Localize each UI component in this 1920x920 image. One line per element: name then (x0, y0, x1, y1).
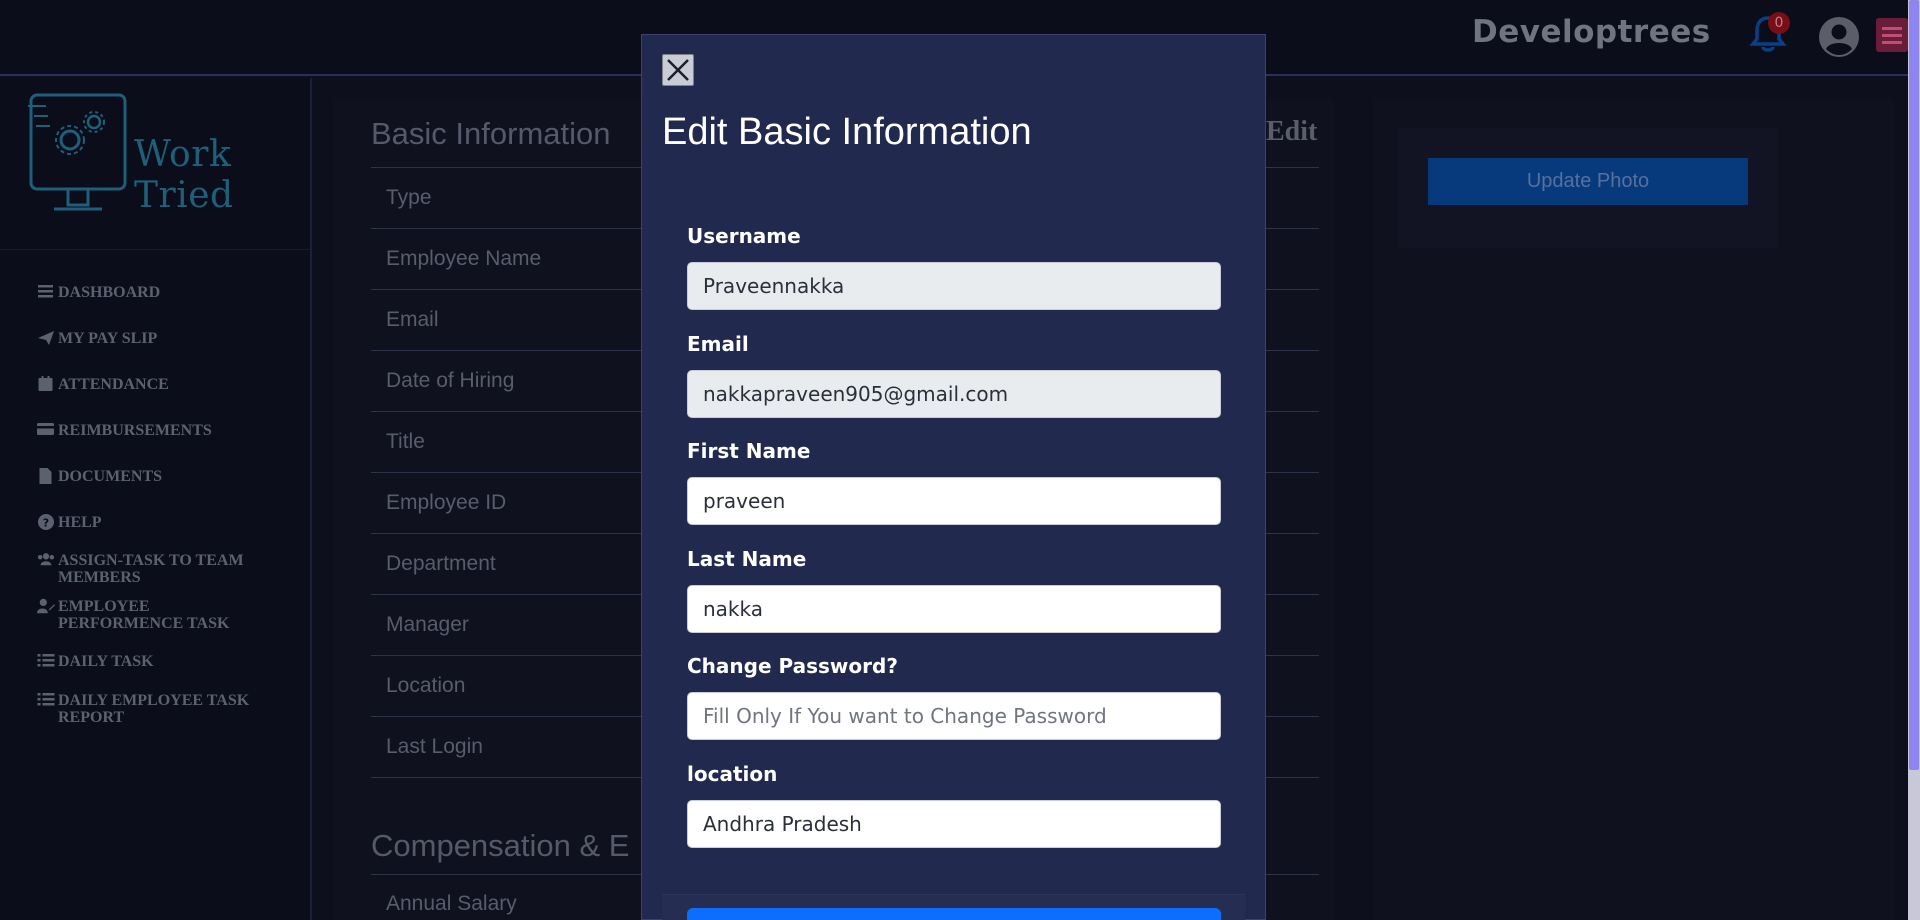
list-check-icon (37, 693, 55, 706)
menu-icon (38, 285, 53, 298)
info-row-label: Type (386, 186, 432, 209)
user-avatar-icon[interactable] (1818, 16, 1860, 58)
info-row-label: Employee Name (386, 247, 542, 270)
first-name-label: First Name (687, 439, 811, 463)
calendar-icon (38, 376, 53, 391)
question-circle-icon: ? (38, 514, 54, 530)
save-button[interactable] (687, 908, 1221, 920)
username-label: Username (687, 224, 801, 248)
sidebar-item-assign-task[interactable]: ASSIGN-TASK TO TEAM MEMBERS (37, 552, 277, 586)
logo-area: Work Tried (0, 78, 310, 250)
sidebar-item-reimbursements[interactable]: REIMBURSEMENTS (37, 422, 277, 439)
sidebar-item-label: ASSIGN-TASK TO TEAM MEMBERS (58, 552, 244, 586)
update-photo-button[interactable]: Update Photo (1428, 158, 1748, 205)
sidebar-item-employee-performence-task[interactable]: EMPLOYEE PERFORMENCE TASK (37, 598, 277, 632)
location-field[interactable] (687, 800, 1221, 848)
sidebar-item-label: DAILY TASK (58, 653, 154, 670)
svg-text:?: ? (43, 517, 49, 530)
sidebar-item-label: MY PAY SLIP (58, 330, 158, 347)
info-row-label: Department (386, 552, 496, 575)
logo-text: Work Tried (134, 134, 234, 216)
close-icon (667, 59, 689, 81)
brand-name: Developtrees (1472, 14, 1711, 50)
info-row-label: Last Login (386, 735, 483, 758)
file-icon (39, 468, 52, 484)
first-name-field[interactable] (687, 477, 1221, 525)
sidebar-item-daily-task[interactable]: DAILY TASK (37, 653, 277, 670)
compensation-title: Compensation & E (371, 828, 630, 863)
change-password-field[interactable] (687, 692, 1221, 740)
sidebar-item-label: ATTENDANCE (58, 376, 169, 393)
list-check-icon (37, 654, 55, 667)
sidebar-item-dashboard[interactable]: DASHBOARD (37, 284, 277, 301)
hamburger-menu-icon[interactable] (1876, 18, 1908, 52)
scrollbar-thumb[interactable] (1909, 0, 1919, 770)
edit-basic-information-modal: Edit Basic Information Username Email Fi… (641, 34, 1266, 920)
change-password-label: Change Password? (687, 654, 898, 678)
sidebar: Work Tried DASHBOARD MY PAY SLIP ATTENDA… (0, 78, 312, 920)
edit-basic-information-link[interactable]: Edit (1266, 116, 1317, 148)
close-button[interactable] (662, 54, 694, 86)
username-field[interactable] (687, 262, 1221, 310)
notification-count-badge: 0 (1768, 12, 1790, 34)
sidebar-item-label: DAILY EMPLOYEE TASK REPORT (58, 692, 250, 726)
info-row-label: Employee ID (386, 491, 507, 514)
email-label: Email (687, 332, 749, 356)
info-row-label: Annual Salary (386, 892, 517, 915)
info-row-label: Email (386, 308, 439, 331)
sidebar-item-my-pay-slip[interactable]: MY PAY SLIP (37, 330, 277, 347)
logo-monitor-icon (28, 93, 127, 211)
modal-title: Edit Basic Information (662, 111, 1032, 153)
user-edit-icon (37, 598, 55, 614)
sidebar-item-attendance[interactable]: ATTENDANCE (37, 376, 277, 393)
info-row-label: Manager (386, 613, 469, 636)
users-icon (37, 553, 55, 566)
sidebar-item-label: HELP (58, 514, 102, 531)
credit-card-icon (37, 423, 54, 435)
last-name-field[interactable] (687, 585, 1221, 633)
sidebar-item-label: DASHBOARD (58, 284, 161, 301)
info-row-label: Location (386, 674, 466, 697)
sidebar-item-label: REIMBURSEMENTS (58, 422, 212, 439)
last-name-label: Last Name (687, 547, 807, 571)
info-row-label: Title (386, 430, 425, 453)
paper-plane-icon (38, 331, 54, 345)
info-row-label: Date of Hiring (386, 369, 515, 392)
basic-information-title: Basic Information (371, 116, 611, 151)
sidebar-item-label: DOCUMENTS (58, 468, 163, 485)
email-field[interactable] (687, 370, 1221, 418)
location-label: location (687, 762, 778, 786)
sidebar-item-label: EMPLOYEE PERFORMENCE TASK (58, 598, 230, 632)
sidebar-item-daily-employee-task-report[interactable]: DAILY EMPLOYEE TASK REPORT (37, 692, 277, 726)
sidebar-item-help[interactable]: ? HELP (37, 514, 277, 531)
sidebar-item-documents[interactable]: DOCUMENTS (37, 468, 277, 485)
